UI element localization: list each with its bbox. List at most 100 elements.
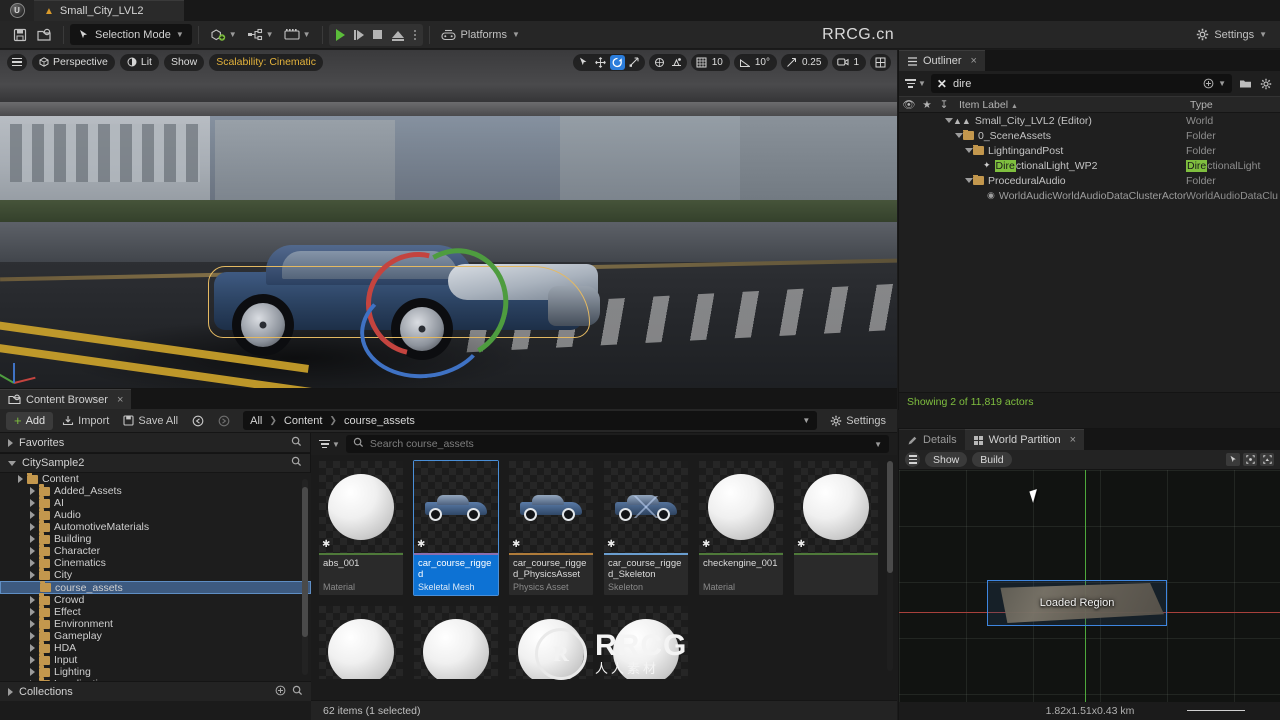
expander-icon[interactable] (30, 535, 35, 543)
breadcrumb-course-assets[interactable]: course_assets (344, 415, 415, 427)
grid-snap-value[interactable]: 10 (711, 57, 727, 68)
folder-tree-item[interactable]: Input (0, 653, 311, 666)
outliner-settings-button[interactable] (1258, 76, 1274, 92)
wp-build-button[interactable]: Build (972, 452, 1012, 467)
folder-tree-item[interactable]: Lighting (0, 665, 311, 678)
asset-tile[interactable]: ✱ car_course_rigged Skeletal Mesh (413, 460, 499, 596)
folder-tree-item[interactable]: course_assets (0, 580, 311, 594)
row-expander[interactable] (899, 133, 963, 138)
expander-icon[interactable] (30, 523, 35, 531)
grid-snap-icon[interactable] (694, 55, 709, 70)
breadcrumb-content[interactable]: Content (284, 415, 323, 427)
view-mode-dropdown[interactable]: Lit (119, 53, 159, 71)
folder-tree-item[interactable]: Character (0, 544, 311, 557)
folder-tree-item[interactable]: Environment (0, 617, 311, 630)
close-icon[interactable]: × (971, 55, 977, 67)
tab-content-browser[interactable]: Content Browser × (0, 389, 132, 409)
expander-icon[interactable] (30, 499, 35, 507)
folder-tree-item[interactable]: Audio (0, 508, 311, 521)
rotation-gizmo[interactable] (346, 232, 522, 385)
folder-tree-item[interactable]: HDA (0, 641, 311, 654)
tab-world-partition[interactable]: World Partition × (964, 429, 1084, 450)
chevron-down-icon[interactable]: ▼ (802, 416, 810, 425)
forward-button[interactable] (213, 412, 235, 430)
favorites-section[interactable]: Favorites (0, 433, 310, 453)
asset-tile[interactable]: ✱ car_course_rigged_Skeleton Skeleton (604, 461, 688, 595)
expander-icon[interactable] (30, 571, 35, 579)
scrollbar-thumb[interactable] (302, 487, 308, 637)
pin-icon[interactable]: ↧ (935, 99, 953, 111)
breadcrumb-all[interactable]: All (250, 415, 262, 427)
folder-tree-item[interactable]: Crowd (0, 593, 311, 606)
search-icon[interactable] (292, 685, 303, 699)
surface-snap-icon[interactable] (669, 55, 684, 70)
asset-tile[interactable]: ✱ car_course_rigged_PhysicsAsset Physics A… (509, 461, 593, 595)
outliner-search-input[interactable]: ✕ dire ▼ (930, 74, 1232, 93)
viewport-layout-icon[interactable] (873, 55, 888, 70)
folder-tree-item[interactable]: Effect (0, 605, 311, 618)
folder-tree-scrollbar[interactable] (302, 479, 308, 675)
close-icon[interactable]: × (1070, 434, 1076, 446)
search-icon[interactable] (291, 436, 302, 450)
outliner-row-folder-lightingandpost[interactable]: LightingandPost Folder (899, 143, 1280, 158)
world-coordinate-icon[interactable] (652, 55, 667, 70)
expander-icon[interactable] (30, 656, 35, 664)
expander-icon[interactable] (30, 487, 35, 495)
scale-snap-value[interactable]: 0.25 (801, 57, 825, 68)
outliner-row-folder-proceduralaudio[interactable]: ProceduralAudio Folder (899, 173, 1280, 188)
import-button[interactable]: Import (57, 412, 114, 430)
expander-icon[interactable] (30, 668, 35, 676)
clear-search-icon[interactable]: ✕ (937, 77, 947, 91)
blueprints-button[interactable]: ▼ (242, 24, 279, 46)
level-tab[interactable]: ▲ Small_City_LVL2 (34, 0, 184, 21)
scalability-dropdown[interactable]: Scalability: Cinematic (209, 53, 324, 71)
viewport-menu-button[interactable] (7, 53, 27, 71)
move-tool-icon[interactable] (593, 55, 608, 70)
rotate-tool-icon[interactable] (609, 54, 625, 70)
column-item-label[interactable]: Item Label ▲ (953, 99, 1186, 111)
tab-outliner[interactable]: Outliner × (899, 50, 985, 71)
outliner-filter-button[interactable]: ▼ (905, 79, 926, 88)
selected-car-actor[interactable] (196, 232, 600, 385)
wp-focus-icon[interactable] (1243, 453, 1257, 466)
folder-tree-item[interactable]: Added_Assets (0, 484, 311, 497)
search-icon[interactable] (291, 456, 302, 470)
outliner-row-folder-sceneassets[interactable]: 0_SceneAssets Folder (899, 128, 1280, 143)
outliner-search-options[interactable]: ▼ (1203, 78, 1226, 89)
tab-details[interactable]: Details (899, 429, 965, 450)
asset-tile[interactable]: ✱ (794, 461, 878, 595)
asset-filter-button[interactable]: ▼ (319, 439, 340, 449)
scrollbar-thumb[interactable] (887, 461, 893, 573)
wp-show-button[interactable]: Show (925, 452, 968, 467)
asset-tile[interactable]: ✱ (414, 606, 498, 679)
asset-grid-scrollbar[interactable] (887, 461, 893, 671)
row-expander[interactable] (899, 148, 973, 153)
folder-tree-item[interactable]: Cinematics (0, 556, 311, 569)
asset-tile[interactable]: ✱ (319, 606, 403, 679)
wp-menu-button[interactable] (905, 452, 920, 467)
loaded-region-box[interactable]: Loaded Region (987, 580, 1167, 626)
add-actor-button[interactable]: ▼ (205, 24, 242, 46)
folder-tree-item[interactable]: AI (0, 496, 311, 509)
eject-button[interactable] (388, 24, 408, 46)
add-collection-icon[interactable] (275, 685, 286, 699)
folder-tree-item[interactable]: Building (0, 532, 311, 545)
content-browser-settings-button[interactable]: Settings (825, 412, 891, 430)
unreal-logo[interactable]: U (0, 0, 34, 21)
wp-select-icon[interactable] (1226, 453, 1240, 466)
asset-tile[interactable]: ✱ (509, 606, 593, 679)
wp-frame-icon[interactable] (1260, 453, 1274, 466)
expander-icon[interactable] (18, 475, 23, 483)
expander-icon[interactable] (30, 559, 35, 567)
show-dropdown[interactable]: Show (163, 53, 205, 71)
camera-speed-icon[interactable] (835, 55, 850, 70)
asset-tile[interactable]: ✱ (604, 606, 688, 679)
stop-button[interactable] (369, 24, 386, 46)
expander-icon[interactable] (30, 547, 35, 555)
folder-tree-item[interactable]: AutomotiveMaterials (0, 520, 311, 533)
cinematics-button[interactable]: ▼ (279, 24, 316, 46)
breadcrumb[interactable]: All ❯ Content ❯ course_assets ▼ (243, 411, 818, 430)
expander-icon[interactable] (30, 620, 35, 628)
row-expander[interactable] (899, 178, 973, 183)
outliner-row-world[interactable]: ▲▲ Small_City_LVL2 (Editor) World (899, 113, 1280, 128)
